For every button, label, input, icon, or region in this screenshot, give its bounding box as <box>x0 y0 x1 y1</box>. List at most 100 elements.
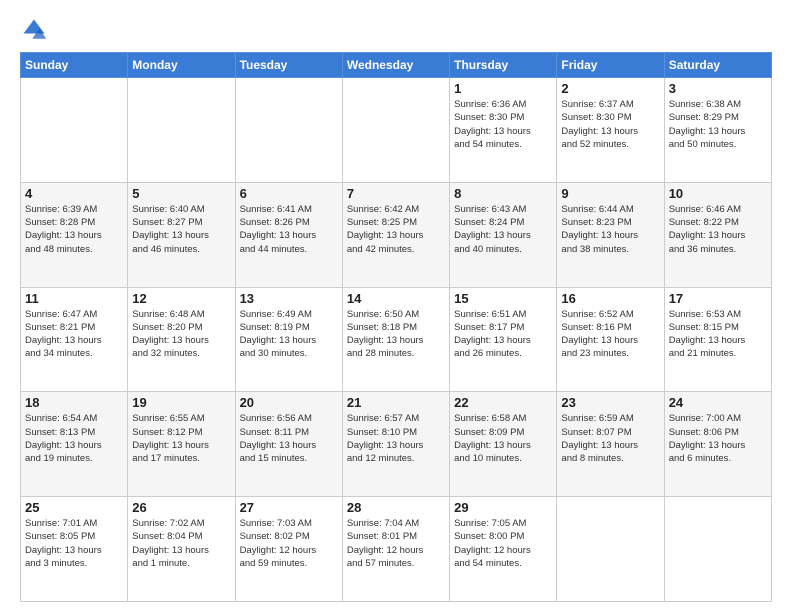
calendar-cell: 2 Sunrise: 6:37 AM Sunset: 8:30 PM Daylig… <box>557 78 664 183</box>
day-number: 14 <box>347 291 445 306</box>
calendar-cell: 11 Sunrise: 6:47 AM Sunset: 8:21 PM Dayli… <box>21 287 128 392</box>
calendar-week-row: 4Sunrise: 6:39 AM Sunset: 8:28 PM Daylig… <box>21 182 772 287</box>
day-number: 1 <box>454 81 552 96</box>
calendar-cell: 22 Sunrise: 6:58 AM Sunset: 8:09 PM Dayli… <box>450 392 557 497</box>
calendar-cell: 5 Sunrise: 6:40 AM Sunset: 8:27 PM Daylig… <box>128 182 235 287</box>
day-number: 13 <box>240 291 338 306</box>
weekday-header-thursday: Thursday <box>450 53 557 78</box>
page: SundayMondayTuesdayWednesdayThursdayFrid… <box>0 0 792 612</box>
calendar-cell: 9Sunrise: 6:44 AM Sunset: 8:23 PM Daylig… <box>557 182 664 287</box>
day-number: 3 <box>669 81 767 96</box>
day-info: Sunrise: 6:56 AM Sunset: 8:11 PM Dayligh… <box>240 412 338 465</box>
day-number: 26 <box>132 500 230 515</box>
day-info: Sunrise: 6:55 AM Sunset: 8:12 PM Dayligh… <box>132 412 230 465</box>
day-info: Sunrise: 6:49 AM Sunset: 8:19 PM Dayligh… <box>240 308 338 361</box>
calendar-cell: 4Sunrise: 6:39 AM Sunset: 8:28 PM Daylig… <box>21 182 128 287</box>
day-number: 4 <box>25 186 123 201</box>
logo <box>20 16 52 44</box>
day-number: 6 <box>240 186 338 201</box>
day-info: Sunrise: 6:44 AM Sunset: 8:23 PM Dayligh… <box>561 203 659 256</box>
day-number: 17 <box>669 291 767 306</box>
day-info: Sunrise: 6:51 AM Sunset: 8:17 PM Dayligh… <box>454 308 552 361</box>
day-number: 11 <box>25 291 123 306</box>
day-info: Sunrise: 7:03 AM Sunset: 8:02 PM Dayligh… <box>240 517 338 570</box>
day-info: Sunrise: 7:01 AM Sunset: 8:05 PM Dayligh… <box>25 517 123 570</box>
weekday-header-row: SundayMondayTuesdayWednesdayThursdayFrid… <box>21 53 772 78</box>
day-number: 20 <box>240 395 338 410</box>
calendar-cell: 6 Sunrise: 6:41 AM Sunset: 8:26 PM Daylig… <box>235 182 342 287</box>
calendar-cell: 27 Sunrise: 7:03 AM Sunset: 8:02 PM Dayli… <box>235 497 342 602</box>
day-info: Sunrise: 7:00 AM Sunset: 8:06 PM Dayligh… <box>669 412 767 465</box>
day-info: Sunrise: 6:40 AM Sunset: 8:27 PM Dayligh… <box>132 203 230 256</box>
calendar-cell: 20 Sunrise: 6:56 AM Sunset: 8:11 PM Dayli… <box>235 392 342 497</box>
calendar-week-row: 11 Sunrise: 6:47 AM Sunset: 8:21 PM Dayli… <box>21 287 772 392</box>
calendar-cell: 3 Sunrise: 6:38 AM Sunset: 8:29 PM Daylig… <box>664 78 771 183</box>
calendar-cell: 8 Sunrise: 6:43 AM Sunset: 8:24 PM Daylig… <box>450 182 557 287</box>
calendar-cell: 12Sunrise: 6:48 AM Sunset: 8:20 PM Dayli… <box>128 287 235 392</box>
weekday-header-wednesday: Wednesday <box>342 53 449 78</box>
day-info: Sunrise: 6:38 AM Sunset: 8:29 PM Dayligh… <box>669 98 767 151</box>
day-info: Sunrise: 6:41 AM Sunset: 8:26 PM Dayligh… <box>240 203 338 256</box>
calendar-cell: 28Sunrise: 7:04 AM Sunset: 8:01 PM Dayli… <box>342 497 449 602</box>
calendar-cell: 14 Sunrise: 6:50 AM Sunset: 8:18 PM Dayli… <box>342 287 449 392</box>
calendar-cell: 29 Sunrise: 7:05 AM Sunset: 8:00 PM Dayli… <box>450 497 557 602</box>
day-info: Sunrise: 7:04 AM Sunset: 8:01 PM Dayligh… <box>347 517 445 570</box>
calendar-table: SundayMondayTuesdayWednesdayThursdayFrid… <box>20 52 772 602</box>
calendar-cell <box>342 78 449 183</box>
calendar-cell: 25Sunrise: 7:01 AM Sunset: 8:05 PM Dayli… <box>21 497 128 602</box>
day-info: Sunrise: 6:36 AM Sunset: 8:30 PM Dayligh… <box>454 98 552 151</box>
day-info: Sunrise: 6:52 AM Sunset: 8:16 PM Dayligh… <box>561 308 659 361</box>
calendar-cell: 18 Sunrise: 6:54 AM Sunset: 8:13 PM Dayli… <box>21 392 128 497</box>
calendar-cell: 19 Sunrise: 6:55 AM Sunset: 8:12 PM Dayli… <box>128 392 235 497</box>
day-number: 2 <box>561 81 659 96</box>
day-number: 27 <box>240 500 338 515</box>
calendar-cell: 24 Sunrise: 7:00 AM Sunset: 8:06 PM Dayli… <box>664 392 771 497</box>
weekday-header-saturday: Saturday <box>664 53 771 78</box>
calendar-cell: 10Sunrise: 6:46 AM Sunset: 8:22 PM Dayli… <box>664 182 771 287</box>
calendar-cell: 26 Sunrise: 7:02 AM Sunset: 8:04 PM Dayli… <box>128 497 235 602</box>
day-number: 21 <box>347 395 445 410</box>
calendar-cell: 16 Sunrise: 6:52 AM Sunset: 8:16 PM Dayli… <box>557 287 664 392</box>
day-info: Sunrise: 6:43 AM Sunset: 8:24 PM Dayligh… <box>454 203 552 256</box>
day-number: 23 <box>561 395 659 410</box>
day-info: Sunrise: 6:53 AM Sunset: 8:15 PM Dayligh… <box>669 308 767 361</box>
calendar-cell <box>235 78 342 183</box>
day-number: 18 <box>25 395 123 410</box>
day-number: 22 <box>454 395 552 410</box>
day-number: 29 <box>454 500 552 515</box>
day-number: 5 <box>132 186 230 201</box>
day-info: Sunrise: 6:58 AM Sunset: 8:09 PM Dayligh… <box>454 412 552 465</box>
day-number: 24 <box>669 395 767 410</box>
calendar-cell: 17 Sunrise: 6:53 AM Sunset: 8:15 PM Dayli… <box>664 287 771 392</box>
calendar-cell: 21 Sunrise: 6:57 AM Sunset: 8:10 PM Dayli… <box>342 392 449 497</box>
calendar-week-row: 1 Sunrise: 6:36 AM Sunset: 8:30 PM Daylig… <box>21 78 772 183</box>
day-info: Sunrise: 6:59 AM Sunset: 8:07 PM Dayligh… <box>561 412 659 465</box>
day-info: Sunrise: 6:46 AM Sunset: 8:22 PM Dayligh… <box>669 203 767 256</box>
calendar-body: 1 Sunrise: 6:36 AM Sunset: 8:30 PM Daylig… <box>21 78 772 602</box>
calendar-week-row: 18 Sunrise: 6:54 AM Sunset: 8:13 PM Dayli… <box>21 392 772 497</box>
calendar-week-row: 25Sunrise: 7:01 AM Sunset: 8:05 PM Dayli… <box>21 497 772 602</box>
calendar-cell <box>128 78 235 183</box>
day-number: 12 <box>132 291 230 306</box>
day-number: 16 <box>561 291 659 306</box>
calendar-cell: 23 Sunrise: 6:59 AM Sunset: 8:07 PM Dayli… <box>557 392 664 497</box>
day-info: Sunrise: 6:47 AM Sunset: 8:21 PM Dayligh… <box>25 308 123 361</box>
day-info: Sunrise: 6:37 AM Sunset: 8:30 PM Dayligh… <box>561 98 659 151</box>
logo-icon <box>20 16 48 44</box>
calendar-header: SundayMondayTuesdayWednesdayThursdayFrid… <box>21 53 772 78</box>
weekday-header-tuesday: Tuesday <box>235 53 342 78</box>
day-number: 8 <box>454 186 552 201</box>
day-info: Sunrise: 7:05 AM Sunset: 8:00 PM Dayligh… <box>454 517 552 570</box>
calendar-cell: 15 Sunrise: 6:51 AM Sunset: 8:17 PM Dayli… <box>450 287 557 392</box>
day-info: Sunrise: 6:57 AM Sunset: 8:10 PM Dayligh… <box>347 412 445 465</box>
calendar-cell <box>557 497 664 602</box>
day-info: Sunrise: 7:02 AM Sunset: 8:04 PM Dayligh… <box>132 517 230 570</box>
day-number: 15 <box>454 291 552 306</box>
day-number: 19 <box>132 395 230 410</box>
day-info: Sunrise: 6:54 AM Sunset: 8:13 PM Dayligh… <box>25 412 123 465</box>
weekday-header-sunday: Sunday <box>21 53 128 78</box>
calendar-cell: 1 Sunrise: 6:36 AM Sunset: 8:30 PM Daylig… <box>450 78 557 183</box>
header <box>20 16 772 44</box>
day-info: Sunrise: 6:50 AM Sunset: 8:18 PM Dayligh… <box>347 308 445 361</box>
weekday-header-monday: Monday <box>128 53 235 78</box>
